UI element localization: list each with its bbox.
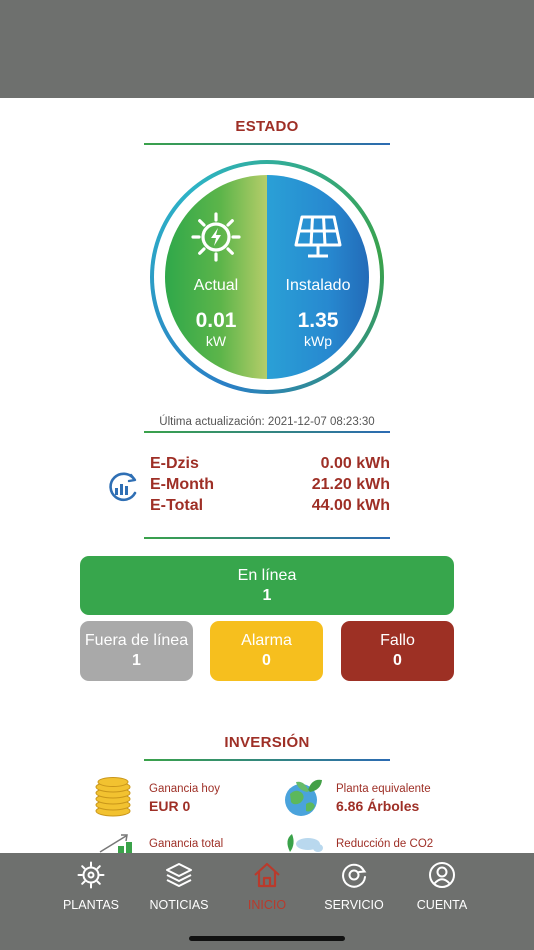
home-icon xyxy=(253,861,281,889)
energy-label: E-Dzis xyxy=(150,455,199,472)
status-fault-card[interactable]: Fallo 0 xyxy=(341,621,454,681)
nav-label: PLANTAS xyxy=(62,898,120,912)
coins-icon xyxy=(93,776,135,818)
status-fault-count: 0 xyxy=(393,652,402,669)
sun-icon xyxy=(165,211,267,263)
instalado-label: Instalado xyxy=(285,277,351,294)
nav-label: SERVICIO xyxy=(324,898,384,912)
inv-label-planta-equivalente: Planta equivalente xyxy=(336,783,431,795)
inv-label-ganancia-total: Ganancia total xyxy=(149,838,224,850)
energy-row-day: E-Dzis 0.00 kWh xyxy=(150,455,390,475)
layers-icon xyxy=(165,861,193,889)
inv-label-reduccion-co2: Reducción de CO2 xyxy=(336,838,434,850)
actual-unit: kW xyxy=(205,333,227,349)
energy-chart-icon xyxy=(104,469,140,505)
nav-inicio[interactable]: INICIO xyxy=(222,853,312,923)
instalado-unit: kWp xyxy=(304,333,332,349)
status-offline-label: Fuera de línea xyxy=(84,632,189,649)
energy-row-month: E-Month 21.20 kWh xyxy=(150,476,390,496)
nav-label: NOTICIAS xyxy=(149,898,209,912)
status-online-card[interactable]: En línea 1 xyxy=(80,556,454,615)
status-online-label: En línea xyxy=(237,567,297,584)
status-alarm-label: Alarma xyxy=(241,632,292,649)
nav-label: CUENTA xyxy=(416,898,468,912)
status-bar-area xyxy=(0,0,534,98)
globe-tree-icon xyxy=(282,776,324,818)
energy-row-total: E-Total 44.00 kWh xyxy=(150,497,390,517)
energy-label: E-Total xyxy=(150,497,204,514)
home-indicator[interactable] xyxy=(189,936,345,941)
power-gauge: Actual 0.01 kW Instalado 1.35 kWp xyxy=(165,175,369,379)
inv-value-planta-equivalente: 6.86 Árboles xyxy=(336,798,420,814)
gauge-actual: Actual 0.01 kW xyxy=(165,175,267,379)
service-icon xyxy=(340,861,368,889)
solar-panel-icon xyxy=(267,211,369,263)
section-title-estado: ESTADO xyxy=(235,118,299,135)
energy-value: 44.00 kWh xyxy=(311,497,390,514)
nav-plantas[interactable]: PLANTAS xyxy=(46,853,136,923)
gear-icon xyxy=(77,861,105,889)
energy-value: 0.00 kWh xyxy=(320,455,390,472)
actual-value: 0.01 xyxy=(195,309,237,332)
divider xyxy=(144,143,390,145)
energy-label: E-Month xyxy=(150,476,214,493)
instalado-value: 1.35 xyxy=(297,309,339,332)
status-offline-card[interactable]: Fuera de línea 1 xyxy=(80,621,193,681)
nav-noticias[interactable]: NOTICIAS xyxy=(134,853,224,923)
divider xyxy=(144,537,390,539)
section-title-inversion: INVERSIÓN xyxy=(224,734,310,751)
status-fault-label: Fallo xyxy=(380,632,415,649)
last-update-text: Última actualización: 2021-12-07 08:23:3… xyxy=(159,416,375,428)
status-alarm-card[interactable]: Alarma 0 xyxy=(210,621,323,681)
divider xyxy=(144,759,390,761)
nav-servicio[interactable]: SERVICIO xyxy=(309,853,399,923)
energy-value: 21.20 kWh xyxy=(311,476,390,493)
inv-value-ganancia-hoy: EUR 0 xyxy=(149,798,191,814)
nav-label: INICIO xyxy=(247,898,287,912)
gauge-instalado: Instalado 1.35 kWp xyxy=(267,175,369,379)
inv-label-ganancia-hoy: Ganancia hoy xyxy=(149,783,220,795)
nav-cuenta[interactable]: CUENTA xyxy=(397,853,487,923)
divider xyxy=(144,431,390,433)
status-offline-count: 1 xyxy=(132,652,141,669)
user-icon xyxy=(428,861,456,889)
actual-label: Actual xyxy=(193,277,239,294)
status-alarm-count: 0 xyxy=(262,652,271,669)
status-online-count: 1 xyxy=(262,587,272,604)
